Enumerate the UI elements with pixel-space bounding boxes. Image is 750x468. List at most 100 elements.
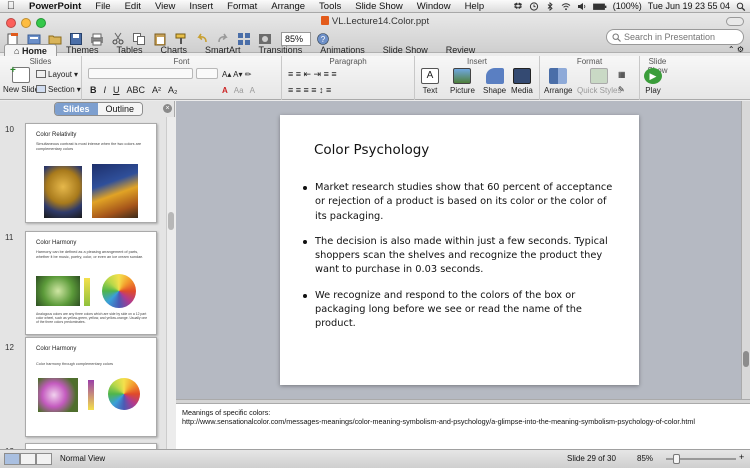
slide-bullet[interactable]: The decision is also made within just a …	[300, 235, 620, 278]
insert-picture-button[interactable]: Picture	[450, 68, 475, 95]
list-buttons[interactable]: ≡ ≡ ⇤ ⇥ ≡ ≡	[288, 68, 337, 80]
slide-title[interactable]: Color Psychology	[314, 142, 429, 158]
bluetooth-icon[interactable]	[545, 1, 555, 11]
document-title: VL.Lecture14.Color.ppt	[0, 16, 750, 27]
play-button[interactable]: ▶ Play	[644, 68, 662, 95]
section-button[interactable]: Section ▾	[36, 83, 81, 95]
layout-icon	[36, 70, 46, 78]
layout-label: Layout	[48, 69, 73, 79]
tab-charts[interactable]: Charts	[151, 44, 196, 56]
menu-view[interactable]: View	[148, 1, 182, 12]
layout-button[interactable]: Layout ▾	[36, 68, 78, 80]
tab-themes[interactable]: Themes	[57, 44, 108, 56]
slide-sorter-view-button[interactable]	[20, 453, 36, 465]
insert-shape-button[interactable]: Shape	[483, 68, 506, 95]
yellow-green-swatch	[84, 278, 90, 306]
shape-label: Shape	[483, 86, 507, 95]
thumbnail-number: 10	[5, 125, 14, 134]
succulent-plant-image	[36, 276, 80, 306]
battery-icon[interactable]	[592, 2, 607, 11]
font-group-label: Font	[173, 57, 190, 66]
menu-window[interactable]: Window	[410, 1, 458, 12]
menu-insert[interactable]: Insert	[182, 1, 220, 12]
tab-tables[interactable]: Tables	[107, 44, 151, 56]
slides-pane: Slides Outline × 10 Color Relativity Sim…	[0, 101, 175, 449]
insert-media-button[interactable]: Media	[511, 68, 533, 95]
scroll-thumb[interactable]	[168, 212, 174, 230]
tab-review[interactable]: Review	[437, 44, 485, 56]
slide-thumbnail-11[interactable]: Color Harmony Harmony can be defined as …	[25, 231, 157, 335]
font-style-buttons[interactable]: B I U ABC A² A₂	[90, 84, 178, 96]
font-size-buttons[interactable]: A▴ A▾ ✏	[222, 68, 251, 80]
menu-file[interactable]: File	[88, 1, 117, 12]
editor-scrollbar[interactable]	[741, 101, 750, 399]
tab-animations[interactable]: Animations	[311, 44, 374, 56]
menu-edit[interactable]: Edit	[118, 1, 148, 12]
font-color-buttons[interactable]: A Aa A	[222, 84, 255, 96]
font-name-field[interactable]	[88, 68, 193, 79]
spotlight-icon[interactable]	[736, 2, 746, 11]
font-size-field[interactable]	[196, 68, 218, 79]
tab-smartart[interactable]: SmartArt	[196, 44, 250, 56]
thumbnail-text-2: Analogous colors are any three colors wh…	[36, 312, 148, 325]
wifi-icon[interactable]	[561, 2, 571, 11]
thumbnail-title: Color Relativity	[36, 132, 77, 138]
scroll-thumb[interactable]	[743, 351, 749, 367]
thumbnail-text: Color harmony through complementary colo…	[36, 362, 114, 366]
tab-slides[interactable]: Slides	[55, 103, 98, 115]
format-group-label: Format	[576, 57, 603, 66]
ribbon-collapse-icon[interactable]: ⌃ ⚙	[728, 44, 750, 56]
ppt-document-icon	[320, 16, 329, 25]
slide-bullet-list[interactable]: Market research studies show that 60 per…	[300, 181, 620, 343]
new-slide-button[interactable]: + New Slide	[3, 65, 39, 94]
line-color-button[interactable]: ✎	[618, 83, 625, 95]
zoom-in-icon[interactable]: +	[739, 452, 744, 462]
arrange-button[interactable]: Arrange	[544, 68, 572, 95]
font-group: Font A▴ A▾ ✏ B I U ABC A² A₂ A Aa A	[82, 56, 282, 100]
normal-view-button[interactable]	[4, 453, 20, 465]
dropbox-icon[interactable]	[513, 2, 523, 11]
slide-thumbnail-12[interactable]: Color Harmony Color harmony through comp…	[25, 337, 157, 437]
menu-help[interactable]: Help	[458, 1, 492, 12]
media-label: Media	[511, 86, 533, 95]
toolbar-toggle-button[interactable]	[726, 17, 744, 26]
menu-slide-show[interactable]: Slide Show	[348, 1, 410, 12]
menu-tools[interactable]: Tools	[312, 1, 348, 12]
close-pane-icon[interactable]: ×	[163, 104, 172, 113]
play-label: Play	[645, 86, 661, 95]
slide-show-view-button[interactable]	[36, 453, 52, 465]
tab-slide-show[interactable]: Slide Show	[374, 44, 437, 56]
color-wheel-image	[102, 274, 136, 308]
menu-arrange[interactable]: Arrange	[264, 1, 312, 12]
zoom-slider[interactable]	[666, 454, 736, 464]
timemachine-icon[interactable]	[529, 1, 539, 11]
quick-styles-button[interactable]: Quick Styles	[577, 68, 621, 95]
menu-app-name[interactable]: PowerPoint	[22, 1, 88, 12]
tab-outline[interactable]: Outline	[97, 103, 143, 115]
thumbnail-text: Harmony can be defined as a pleasing arr…	[36, 250, 144, 259]
menu-format[interactable]: Format	[220, 1, 264, 12]
font-color-icon: A	[222, 85, 228, 95]
view-name: Normal View	[60, 454, 106, 463]
zoom-slider-thumb[interactable]	[673, 454, 680, 464]
search-input[interactable]	[624, 32, 739, 42]
notes-pane[interactable]: Meanings of specific colors: http://www.…	[176, 404, 750, 449]
slide-canvas[interactable]: Color Psychology Market research studies…	[280, 115, 639, 385]
alignment-buttons[interactable]: ≡ ≡ ≡ ≡ ↕ ≡	[288, 84, 331, 96]
quick-styles-label: Quick Styles	[577, 86, 622, 95]
tab-home[interactable]: ⌂ Home	[4, 44, 57, 56]
apple-menu-icon[interactable]: 	[0, 0, 22, 12]
menubar-clock[interactable]: Tue Jun 19 23 55 04	[648, 1, 730, 11]
slide-bullet[interactable]: We recognize and respond to the colors o…	[300, 289, 620, 332]
slides-pane-scrollbar[interactable]	[166, 117, 175, 449]
shape-icon	[485, 68, 504, 84]
picture-label: Picture	[450, 86, 475, 95]
arrange-label: Arrange	[544, 86, 573, 95]
slide-thumbnail-10[interactable]: Color Relativity Simultaneous contrast i…	[25, 123, 157, 223]
thumbnail-title: Color Harmony	[36, 240, 77, 246]
volume-icon[interactable]	[577, 2, 587, 11]
tab-transitions[interactable]: Transitions	[250, 44, 312, 56]
slide-bullet[interactable]: Market research studies show that 60 per…	[300, 181, 620, 224]
fill-color-button[interactable]: ▦	[618, 68, 626, 80]
insert-text-button[interactable]: A Text	[421, 68, 439, 95]
